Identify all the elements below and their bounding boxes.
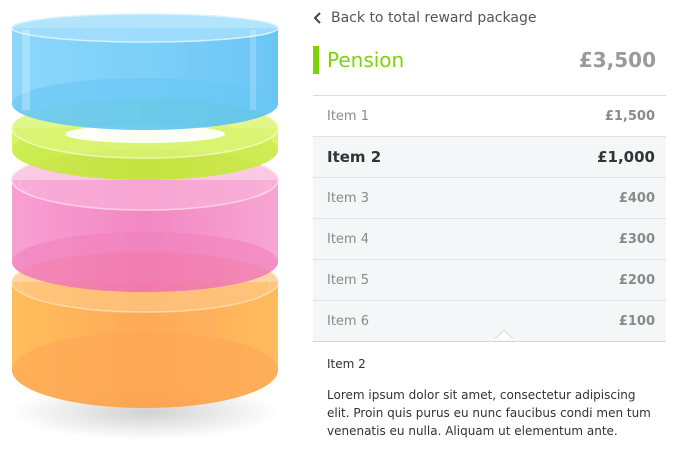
item-name: Item 2 — [327, 148, 382, 166]
accent-bar — [313, 46, 319, 74]
item-row[interactable]: Item 3 £400 — [313, 178, 666, 219]
item-name: Item 6 — [327, 313, 369, 329]
detail-pointer — [494, 329, 514, 340]
detail-title: Item 2 — [327, 357, 366, 371]
item-amount: £200 — [618, 272, 655, 288]
detail-text: Lorem ipsum dolor sit amet, consectetur … — [327, 388, 651, 438]
item-row[interactable]: Item 4 £300 — [313, 219, 666, 260]
item-name: Item 3 — [327, 190, 369, 206]
stack-svg — [11, 13, 281, 440]
pension-stack-graphic — [0, 0, 290, 451]
section-title: Pension — [327, 48, 405, 72]
items-table: Item 1 £1,500 Item 2 £1,000 Item 3 £400 … — [313, 95, 666, 342]
item-name: Item 4 — [327, 231, 369, 247]
item-amount: £300 — [618, 231, 655, 247]
item-row[interactable]: Item 6 £100 — [313, 301, 666, 342]
back-to-total-link[interactable]: Back to total reward package — [313, 8, 536, 28]
blue-layer — [11, 13, 279, 130]
item-amount: £1,500 — [604, 108, 655, 124]
pension-detail-panel: Back to total reward package Pension £3,… — [313, 0, 666, 451]
item-detail: Item 2 Lorem ipsum dolor sit amet, conse… — [327, 356, 657, 440]
back-link-label: Back to total reward package — [331, 10, 537, 26]
item-amount: £400 — [618, 190, 655, 206]
item-row[interactable]: Item 5 £200 — [313, 260, 666, 301]
item-name: Item 1 — [327, 108, 369, 124]
chevron-left-icon — [313, 8, 329, 28]
section-total: £3,500 — [578, 48, 656, 72]
section-heading: Pension £3,500 — [313, 46, 666, 74]
item-name: Item 5 — [327, 272, 369, 288]
item-amount: £100 — [618, 313, 655, 329]
item-amount: £1,000 — [597, 148, 655, 166]
item-row[interactable]: Item 1 £1,500 — [313, 96, 666, 137]
item-row-selected[interactable]: Item 2 £1,000 — [313, 137, 666, 178]
